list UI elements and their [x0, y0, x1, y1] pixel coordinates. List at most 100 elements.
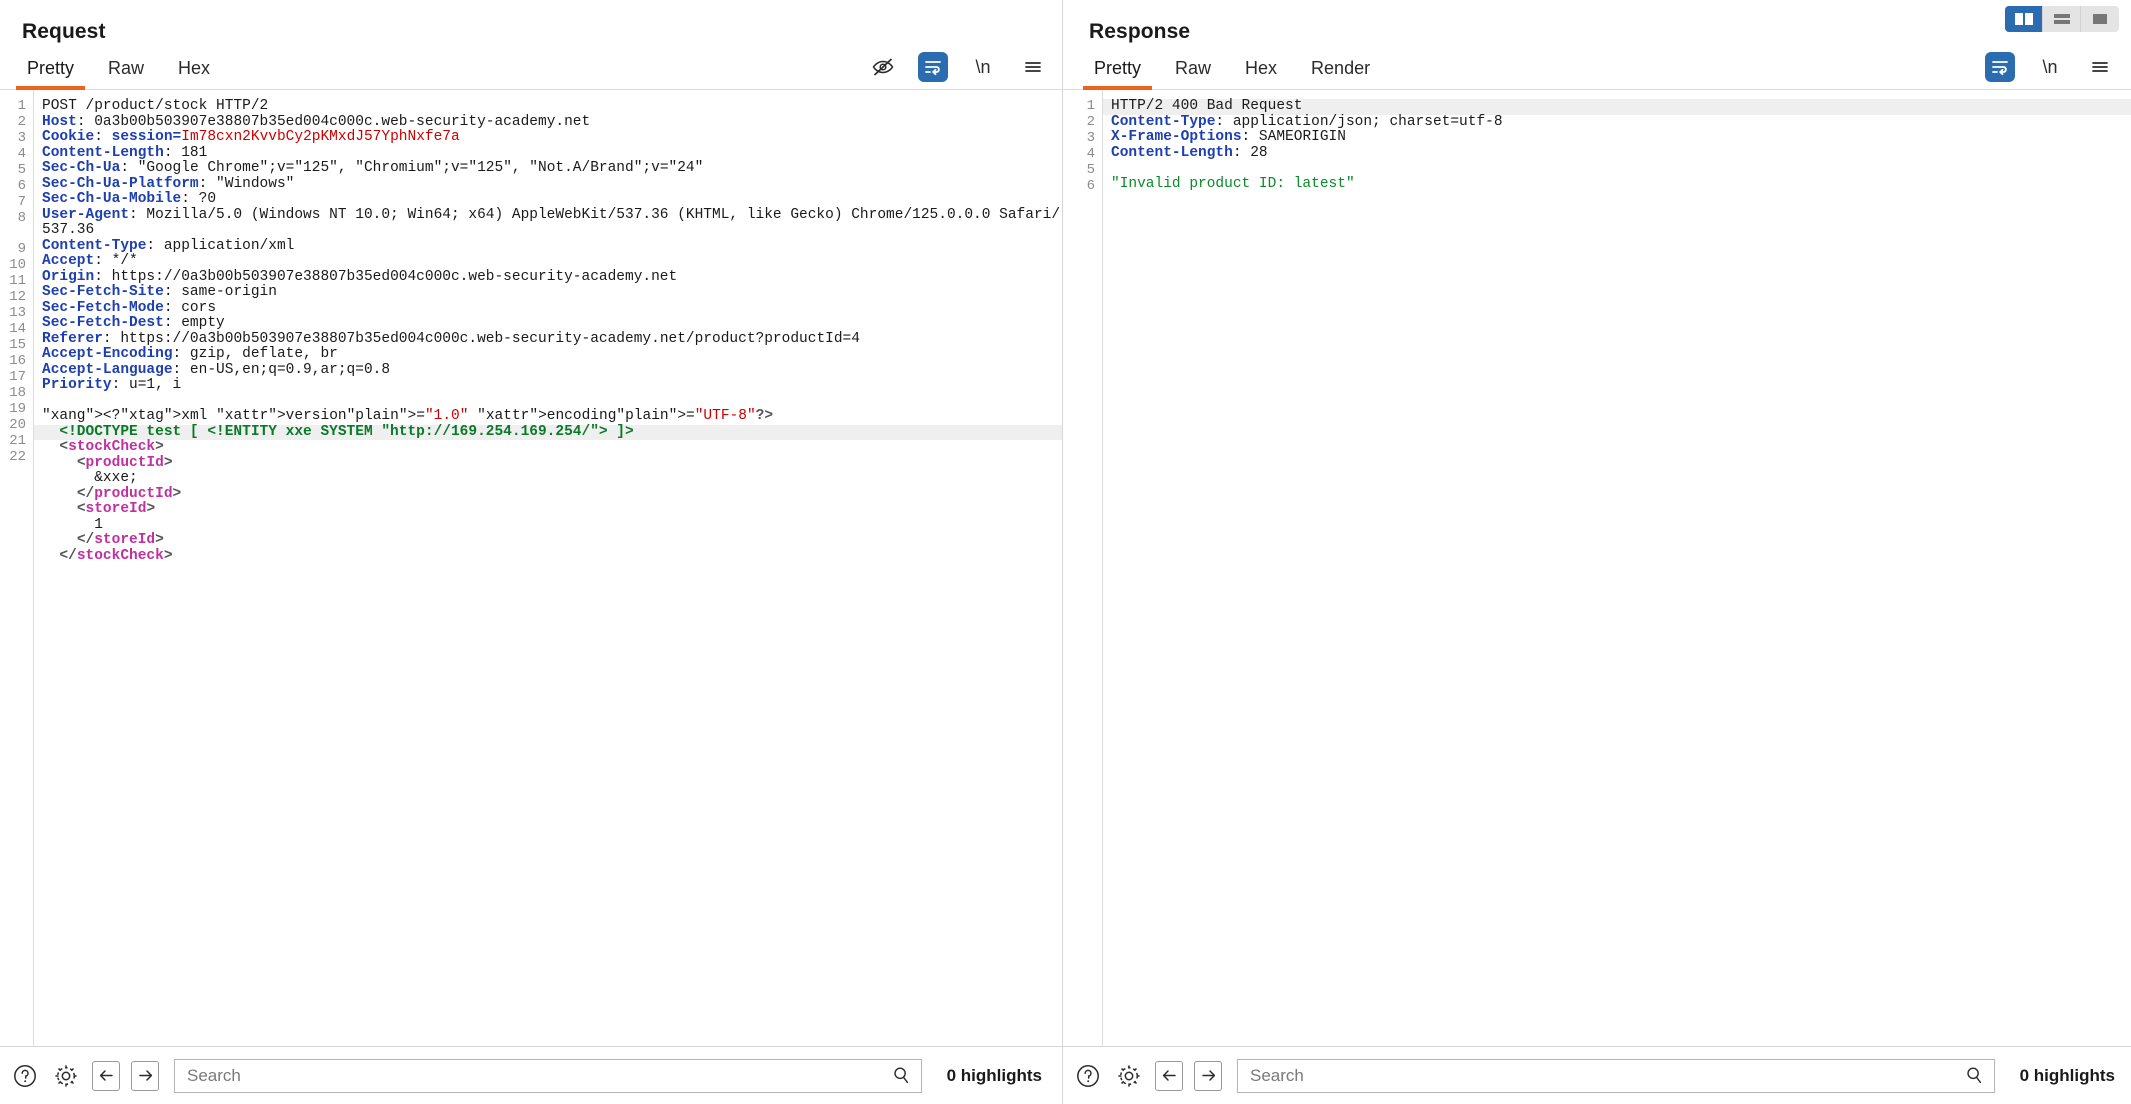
code-line: Content-Length: 28 [1111, 144, 1268, 161]
request-panel: Request Pretty Raw Hex \n 1 2 3 4 5 6 7 … [0, 0, 1063, 1104]
line-number: 7 [17, 194, 26, 210]
help-icon[interactable] [1073, 1061, 1103, 1091]
code-line: Content-Length: 181 [42, 144, 208, 161]
line-number: 6 [1086, 178, 1095, 194]
eye-slash-icon[interactable] [868, 52, 898, 82]
search-input[interactable] [1250, 1065, 1965, 1086]
tab-response-hex[interactable]: Hex [1228, 58, 1294, 90]
line-number [0, 562, 33, 578]
line-number: 14 [9, 321, 26, 337]
response-panel: Response Pretty Raw Hex Render \n 1 2 3 … [1063, 0, 2131, 1104]
line-number [0, 466, 33, 482]
code-line: </productId> [76, 485, 182, 502]
code-line: Content-Type: application/json; charset=… [1111, 113, 1503, 130]
code-line: Sec-Fetch-Dest: empty [42, 315, 225, 331]
request-editor-toolbar: \n [868, 52, 1048, 82]
tab-request-pretty[interactable]: Pretty [10, 58, 91, 90]
code-line: Accept: */* [42, 253, 138, 269]
request-editor[interactable]: 1 2 3 4 5 6 7 8 9 10 11 12 13 14 15 16 17 18 19 20 21 22 POST… [0, 90, 1062, 1046]
word-wrap-icon[interactable] [918, 52, 948, 82]
tab-response-render[interactable]: Render [1294, 58, 1387, 90]
layout-switch [2005, 6, 2119, 32]
line-number: 12 [9, 289, 26, 305]
code-line: "xang"><?"xtag">xml "xattr">version"plai… [42, 408, 774, 424]
line-number: 8 [17, 210, 26, 226]
code-line: Host: 0a3b00b503907e38807b35ed004c000c.w… [42, 113, 591, 130]
menu-icon[interactable] [1018, 52, 1048, 82]
code-line: "Invalid product ID: latest" [1111, 175, 1355, 192]
line-number: 3 [17, 130, 26, 146]
search-icon [893, 1067, 908, 1084]
search-next-button[interactable] [1194, 1060, 1222, 1091]
code-line: HTTP/2 400 Bad Request [1103, 98, 2131, 115]
response-editor-toolbar: \n [1985, 52, 2115, 82]
gear-icon[interactable] [1114, 1061, 1144, 1091]
code-line: Accept-Language: en-US,en;q=0.9,ar;q=0.8 [42, 361, 391, 378]
line-number: 1 [1086, 98, 1095, 114]
code-line: <productId> [76, 454, 173, 471]
layout-single-button[interactable] [2081, 6, 2119, 32]
tab-request-hex[interactable]: Hex [161, 58, 227, 90]
search-input[interactable] [187, 1065, 892, 1086]
code-line: POST /product/stock HTTP/2 [42, 98, 269, 114]
line-number: 13 [9, 305, 26, 321]
line-number: 4 [17, 146, 26, 162]
newline-icon[interactable]: \n [968, 52, 998, 82]
search-previous-button[interactable] [92, 1060, 120, 1091]
code-line: </storeId> [76, 532, 164, 548]
gear-icon[interactable] [51, 1061, 81, 1091]
response-search-box[interactable] [1237, 1058, 1995, 1093]
newline-icon[interactable]: \n [2035, 52, 2065, 82]
line-number: 18 [9, 385, 26, 401]
request-title: Request [22, 20, 106, 43]
line-number: 3 [1086, 130, 1095, 146]
line-number: 6 [17, 178, 26, 194]
response-tabs: Pretty Raw Hex Render \n [1063, 44, 2131, 90]
help-icon[interactable] [10, 1061, 40, 1091]
code-line: <!DOCTYPE test [ <!ENTITY xxe SYSTEM "ht… [34, 424, 1062, 440]
search-previous-button[interactable] [1155, 1060, 1183, 1091]
code-line: 1 [94, 516, 103, 533]
code-line: Sec-Ch-Ua-Platform: "Windows" [42, 175, 295, 192]
search-next-button[interactable] [131, 1060, 159, 1091]
request-search-box[interactable] [174, 1058, 922, 1093]
side-by-side-icon [2014, 13, 2033, 25]
line-number: 5 [17, 162, 26, 178]
request-highlights-count: 0 highlights [946, 1065, 1042, 1085]
line-number: 5 [1086, 162, 1095, 178]
tab-response-pretty[interactable]: Pretty [1077, 58, 1158, 90]
code-line: <stockCheck> [59, 439, 164, 455]
search-icon [1966, 1067, 1981, 1084]
layout-side-by-side-button[interactable] [2005, 6, 2043, 32]
request-code[interactable]: POST /product/stock HTTP/2 Host: 0a3b00b5… [34, 90, 1062, 1046]
line-number: 10 [9, 257, 26, 273]
menu-icon[interactable] [2085, 52, 2115, 82]
response-editor[interactable]: 123456 HTTP/2 400 Bad Request Content-Typ… [1063, 90, 2131, 1046]
code-line: User-Agent: Mozilla/5.0 (Windows NT 10.0… [42, 206, 1061, 238]
tab-response-raw[interactable]: Raw [1158, 58, 1228, 90]
newline-label: \n [975, 56, 991, 77]
word-wrap-icon[interactable] [1985, 52, 2015, 82]
code-line: Priority: u=1, i [42, 377, 182, 393]
code-line: Content-Type: application/xml [42, 237, 295, 254]
line-number: 20 [9, 417, 26, 433]
request-line-numbers: 1 2 3 4 5 6 7 8 9 10 11 12 13 14 15 16 17 18 19 20 21 22 [0, 90, 34, 1046]
line-number: 22 [9, 449, 26, 465]
line-number: 1 [17, 98, 26, 114]
line-number [0, 498, 33, 514]
line-number: 17 [9, 369, 26, 385]
tab-request-raw[interactable]: Raw [91, 58, 161, 90]
newline-label: \n [2042, 56, 2058, 77]
code-line: <storeId> [76, 501, 156, 517]
code-line: Referer: https://0a3b00b503907e38807b35e… [42, 330, 860, 347]
line-number: 9 [17, 241, 26, 257]
request-tabs: Pretty Raw Hex \n [0, 44, 1062, 90]
line-number: 21 [9, 433, 26, 449]
code-line: Accept-Encoding: gzip, deflate, br [42, 346, 338, 362]
response-code[interactable]: HTTP/2 400 Bad Request Content-Type: appl… [1103, 90, 2131, 1046]
code-line: X-Frame-Options: SAMEORIGIN [1111, 129, 1346, 145]
code-line: Sec-Fetch-Mode: cors [42, 299, 217, 316]
response-bottom-bar: 0 highlights [1063, 1046, 2131, 1104]
layout-stacked-button[interactable] [2043, 6, 2081, 32]
